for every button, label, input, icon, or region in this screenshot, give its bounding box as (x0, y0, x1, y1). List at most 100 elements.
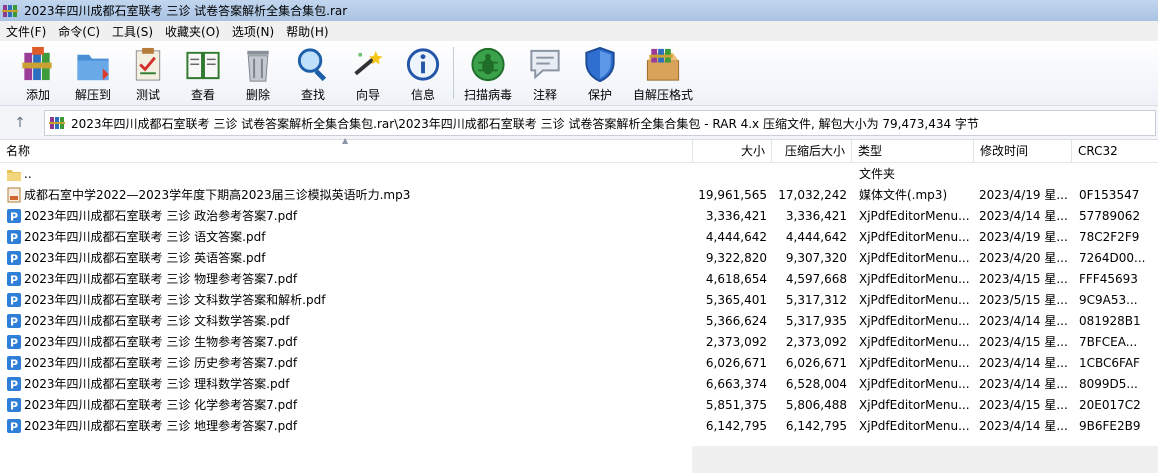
table-row[interactable]: P 2023年四川成都石室联考 三诊 地理参考答案7.pdf 6,142,795 6,… (0, 416, 1158, 437)
file-name: 2023年四川成都石室联考 三诊 英语答案.pdf (24, 251, 266, 265)
arrow-up-icon: ↑ (14, 115, 26, 131)
file-name: 2023年四川成都石室联考 三诊 理科数学答案.pdf (24, 377, 290, 391)
column-header-modified[interactable]: 修改时间 (974, 140, 1072, 162)
window-title: 2023年四川成都石室联考 三诊 试卷答案解析全集合集包.rar (24, 4, 348, 18)
virus-scan-button[interactable]: 扫描病毒 (461, 45, 515, 103)
extract-to-button[interactable]: 解压到 (66, 45, 120, 103)
file-name: 2023年四川成都石室联考 三诊 物理参考答案7.pdf (24, 272, 298, 286)
file-crc32: 7264D00... (1079, 251, 1146, 265)
delete-button[interactable]: 删除 (231, 45, 285, 103)
pdf-file-icon: P (7, 251, 21, 266)
up-one-level-button[interactable]: ↑ (6, 112, 34, 134)
toolbar-separator (453, 47, 454, 99)
file-packed-size: 2,373,092 (785, 335, 847, 349)
file-packed-size (768, 164, 847, 185)
file-size: 6,663,374 (705, 377, 767, 391)
file-name: 2023年四川成都石室联考 三诊 文科数学答案和解析.pdf (24, 293, 326, 307)
file-size: 5,365,401 (705, 293, 767, 307)
svg-text:P: P (10, 337, 18, 350)
pdf-file-icon: P (7, 314, 21, 329)
column-header-packed[interactable]: 压缩后大小 (772, 140, 852, 162)
file-type: XjPdfEditorMenu... (859, 293, 970, 307)
file-packed-size: 17,032,242 (778, 188, 847, 202)
wizard-button[interactable]: 向导 (341, 45, 395, 103)
table-row[interactable]: P 2023年四川成都石室联考 三诊 英语答案.pdf 9,322,820 9,307… (0, 248, 1158, 269)
pdf-file-icon: P (7, 230, 21, 245)
file-size: 6,142,795 (705, 419, 767, 433)
sfx-archive-box-icon (646, 48, 680, 81)
comment-icon (530, 49, 560, 80)
table-row[interactable]: P 2023年四川成都石室联考 三诊 文科数学答案和解析.pdf 5,365,401… (0, 290, 1158, 311)
file-crc32: 8099D5... (1079, 377, 1138, 391)
file-size: 6,026,671 (705, 356, 767, 370)
pdf-file-icon: P (7, 377, 21, 392)
menu-favorites[interactable]: 收藏夹(O) (159, 23, 226, 40)
file-crc32: 78C2F2F9 (1079, 230, 1140, 244)
toolbar: 添加 解压到 测试 查看 删除 查找 向导 信息 扫描病毒 注释 保护 自解压格… (0, 41, 1158, 106)
info-button[interactable]: 信息 (396, 45, 450, 103)
file-modified: 2023/4/14 星... (979, 356, 1068, 370)
file-name: 2023年四川成都石室联考 三诊 历史参考答案7.pdf (24, 356, 298, 370)
svg-text:P: P (10, 316, 18, 329)
table-row[interactable]: P 2023年四川成都石室联考 三诊 化学参考答案7.pdf 5,851,375 5,… (0, 395, 1158, 416)
table-row[interactable]: P 2023年四川成都石室联考 三诊 文科数学答案.pdf 5,366,624 5,3… (0, 311, 1158, 332)
file-size: 5,366,624 (705, 314, 767, 328)
table-row[interactable]: P 2023年四川成都石室联考 三诊 历史参考答案7.pdf 6,026,671 6,… (0, 353, 1158, 374)
table-row[interactable]: P 2023年四川成都石室联考 三诊 语文答案.pdf 4,444,642 4,444… (0, 227, 1158, 248)
file-name: 2023年四川成都石室联考 三诊 化学参考答案7.pdf (24, 398, 298, 412)
table-row[interactable]: 成都石室中学2022—2023学年度下期高2023届三诊模拟英语听力.mp3 19… (0, 185, 1158, 206)
column-header-crc32[interactable]: CRC32 (1072, 140, 1158, 162)
file-name: 2023年四川成都石室联考 三诊 语文答案.pdf (24, 230, 266, 244)
view-book-icon (186, 51, 220, 80)
file-type: XjPdfEditorMenu... (859, 209, 970, 223)
file-type: XjPdfEditorMenu... (859, 356, 970, 370)
file-packed-size: 4,444,642 (785, 230, 847, 244)
column-header-type[interactable]: 类型 (852, 140, 974, 162)
file-packed-size: 3,336,421 (785, 209, 847, 223)
protect-button[interactable]: 保护 (573, 45, 627, 103)
sfx-button[interactable]: 自解压格式 (631, 45, 695, 103)
table-row[interactable]: P 2023年四川成都石室联考 三诊 政治参考答案7.pdf 3,336,421 3,… (0, 206, 1158, 227)
file-packed-size: 6,142,795 (785, 419, 847, 433)
svg-text:P: P (10, 295, 18, 308)
test-button[interactable]: 测试 (121, 45, 175, 103)
comment-button[interactable]: 注释 (518, 45, 572, 103)
info-icon (406, 48, 440, 81)
menu-tools[interactable]: 工具(S) (106, 23, 159, 40)
file-crc32 (1079, 164, 1155, 185)
file-crc32: 57789062 (1079, 209, 1141, 223)
menu-file[interactable]: 文件(F) (0, 23, 52, 40)
extract-folder-icon (77, 54, 109, 81)
find-button[interactable]: 查找 (286, 45, 340, 103)
view-button[interactable]: 查看 (176, 45, 230, 103)
file-crc32: FFF45693 (1079, 272, 1138, 286)
file-type: 媒体文件(.mp3) (859, 188, 948, 202)
archive-path: 2023年四川成都石室联考 三诊 试卷答案解析全集合集包.rar\2023年四川… (71, 116, 979, 131)
file-name: 成都石室中学2022—2023学年度下期高2023届三诊模拟英语听力.mp3 (24, 188, 411, 202)
file-type: 文件夹 (859, 167, 896, 181)
file-name: .. (24, 167, 32, 181)
add-button[interactable]: 添加 (11, 45, 65, 103)
file-size: 2,373,092 (705, 335, 767, 349)
file-modified: 2023/5/15 星... (979, 293, 1068, 307)
magnifier-icon (297, 48, 327, 82)
file-type: XjPdfEditorMenu... (859, 230, 970, 244)
column-header-size[interactable]: 大小 (693, 140, 772, 162)
menu-help[interactable]: 帮助(H) (280, 23, 334, 40)
table-row[interactable]: P 2023年四川成都石室联考 三诊 生物参考答案7.pdf 2,373,092 2,… (0, 332, 1158, 353)
menu-command[interactable]: 命令(C) (52, 23, 106, 40)
list-empty-area (0, 446, 692, 473)
file-packed-size: 5,317,935 (785, 314, 847, 328)
table-row[interactable]: P 2023年四川成都石室联考 三诊 理科数学答案.pdf 6,663,374 6,5… (0, 374, 1158, 395)
shield-icon (585, 46, 615, 83)
file-packed-size: 9,307,320 (785, 251, 847, 265)
file-crc32: 9B6FE2B9 (1079, 419, 1141, 433)
path-field[interactable]: 2023年四川成都石室联考 三诊 试卷答案解析全集合集包.rar\2023年四川… (44, 110, 1156, 136)
file-packed-size: 5,806,488 (785, 398, 847, 412)
table-row[interactable]: .. 文件夹 (0, 164, 1158, 185)
svg-text:P: P (10, 253, 18, 266)
table-row[interactable]: P 2023年四川成都石室联考 三诊 物理参考答案7.pdf 4,618,654 4,… (0, 269, 1158, 290)
menu-options[interactable]: 选项(N) (226, 23, 280, 40)
file-size: 4,618,654 (705, 272, 767, 286)
file-crc32: 081928B1 (1079, 314, 1141, 328)
